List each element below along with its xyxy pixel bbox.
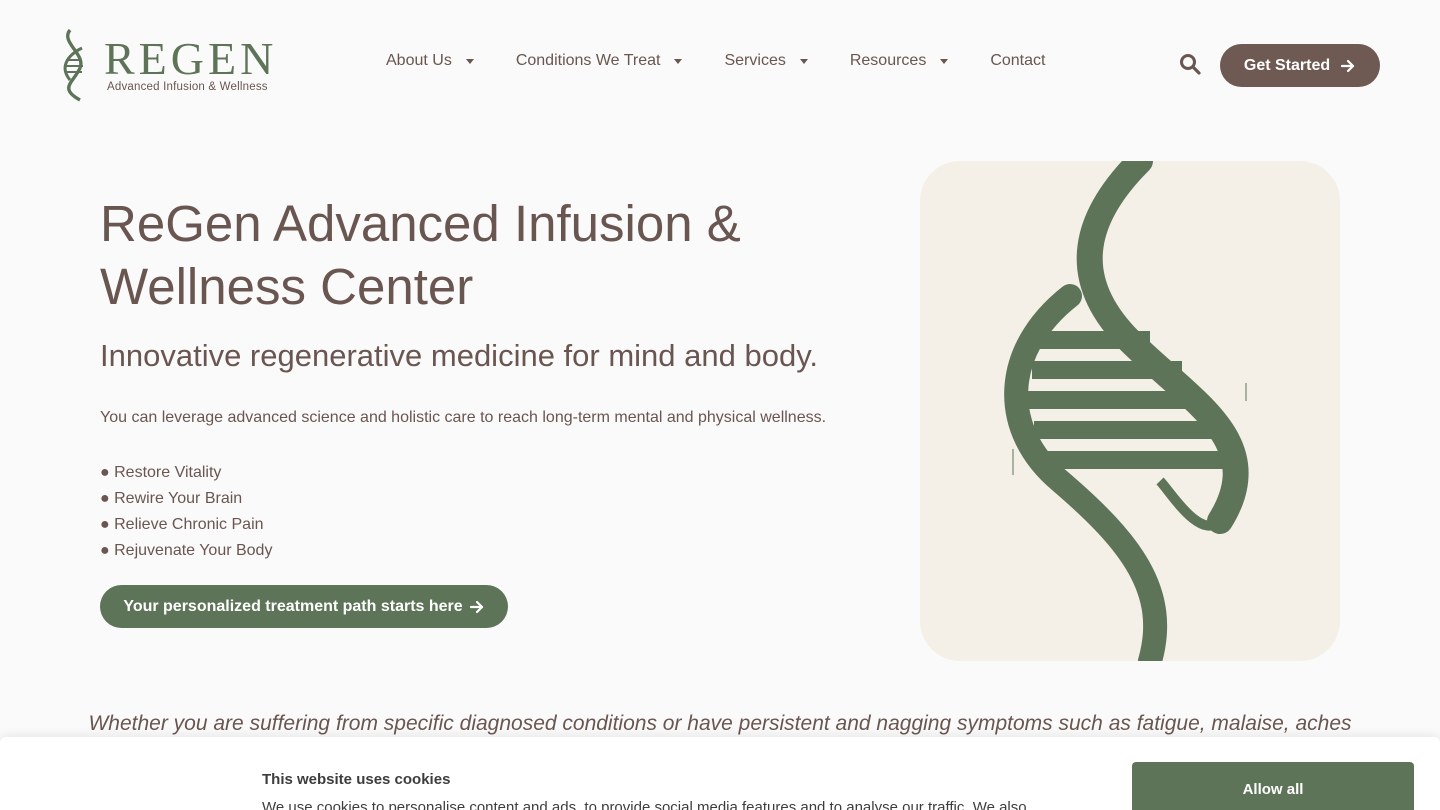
logo[interactable]: REGEN Advanced Infusion & Wellness [56,28,296,104]
hero-dna-illustration [920,161,1340,661]
nav-item-label: About Us [386,52,452,69]
chevron-down-icon [799,58,808,64]
chevron-down-icon [940,58,949,64]
chevron-down-icon [674,58,683,64]
hero-title: ReGen Advanced Infusion & Wellness Cente… [100,195,741,315]
logo-wordmark: REGEN [104,33,278,84]
allow-all-button[interactable]: Allow all [1132,762,1414,810]
nav-item-label: Conditions We Treat [515,52,661,69]
arrow-right-icon [1341,59,1355,72]
list-item: ● Rejuvenate Your Body [100,542,273,559]
nav-item-about-us[interactable]: About Us [386,52,474,70]
hero-description: You can leverage advanced science and ho… [100,409,827,426]
logo-tagline: Advanced Infusion & Wellness [107,81,268,93]
chevron-down-icon [465,58,474,64]
nav-item-services[interactable]: Services [724,52,808,70]
treatment-path-button[interactable]: Your personalized treatment path starts … [100,585,508,628]
get-started-label: Get Started [1243,56,1331,74]
nav-item-label: Services [724,52,786,69]
arrow-right-icon [469,600,483,613]
nav-item-label: Contact [990,52,1046,69]
list-item: ● Relieve Chronic Pain [100,516,264,533]
nav-item-contact[interactable]: Contact [990,52,1045,70]
dna-logo-icon [63,28,83,102]
cookie-banner: This website uses cookies We use cookies… [0,737,1440,810]
site-header: REGEN Advanced Infusion & Wellness About… [0,0,1440,130]
cookie-text: We use cookies to personalise content an… [262,799,1027,810]
main-nav: About Us Conditions We Treat Services Re… [386,52,1087,70]
nav-item-conditions[interactable]: Conditions We Treat [516,52,683,70]
nav-item-label: Resources [849,52,927,69]
hero-subtitle: Innovative regenerative medicine for min… [100,338,819,373]
benefit-list: ● Restore Vitality ● Rewire Your Brain ●… [100,460,272,564]
search-icon[interactable] [1178,52,1202,76]
dna-helix-icon [1004,161,1249,661]
nav-item-resources[interactable]: Resources [849,52,949,70]
list-item: ● Restore Vitality [100,464,222,481]
intro-text: Whether you are suffering from specific … [88,712,1352,735]
get-started-button[interactable]: Get Started [1220,44,1380,87]
cookie-title: This website uses cookies [262,771,451,788]
list-item: ● Rewire Your Brain [100,490,243,507]
treatment-path-label: Your personalized treatment path starts … [123,597,463,615]
